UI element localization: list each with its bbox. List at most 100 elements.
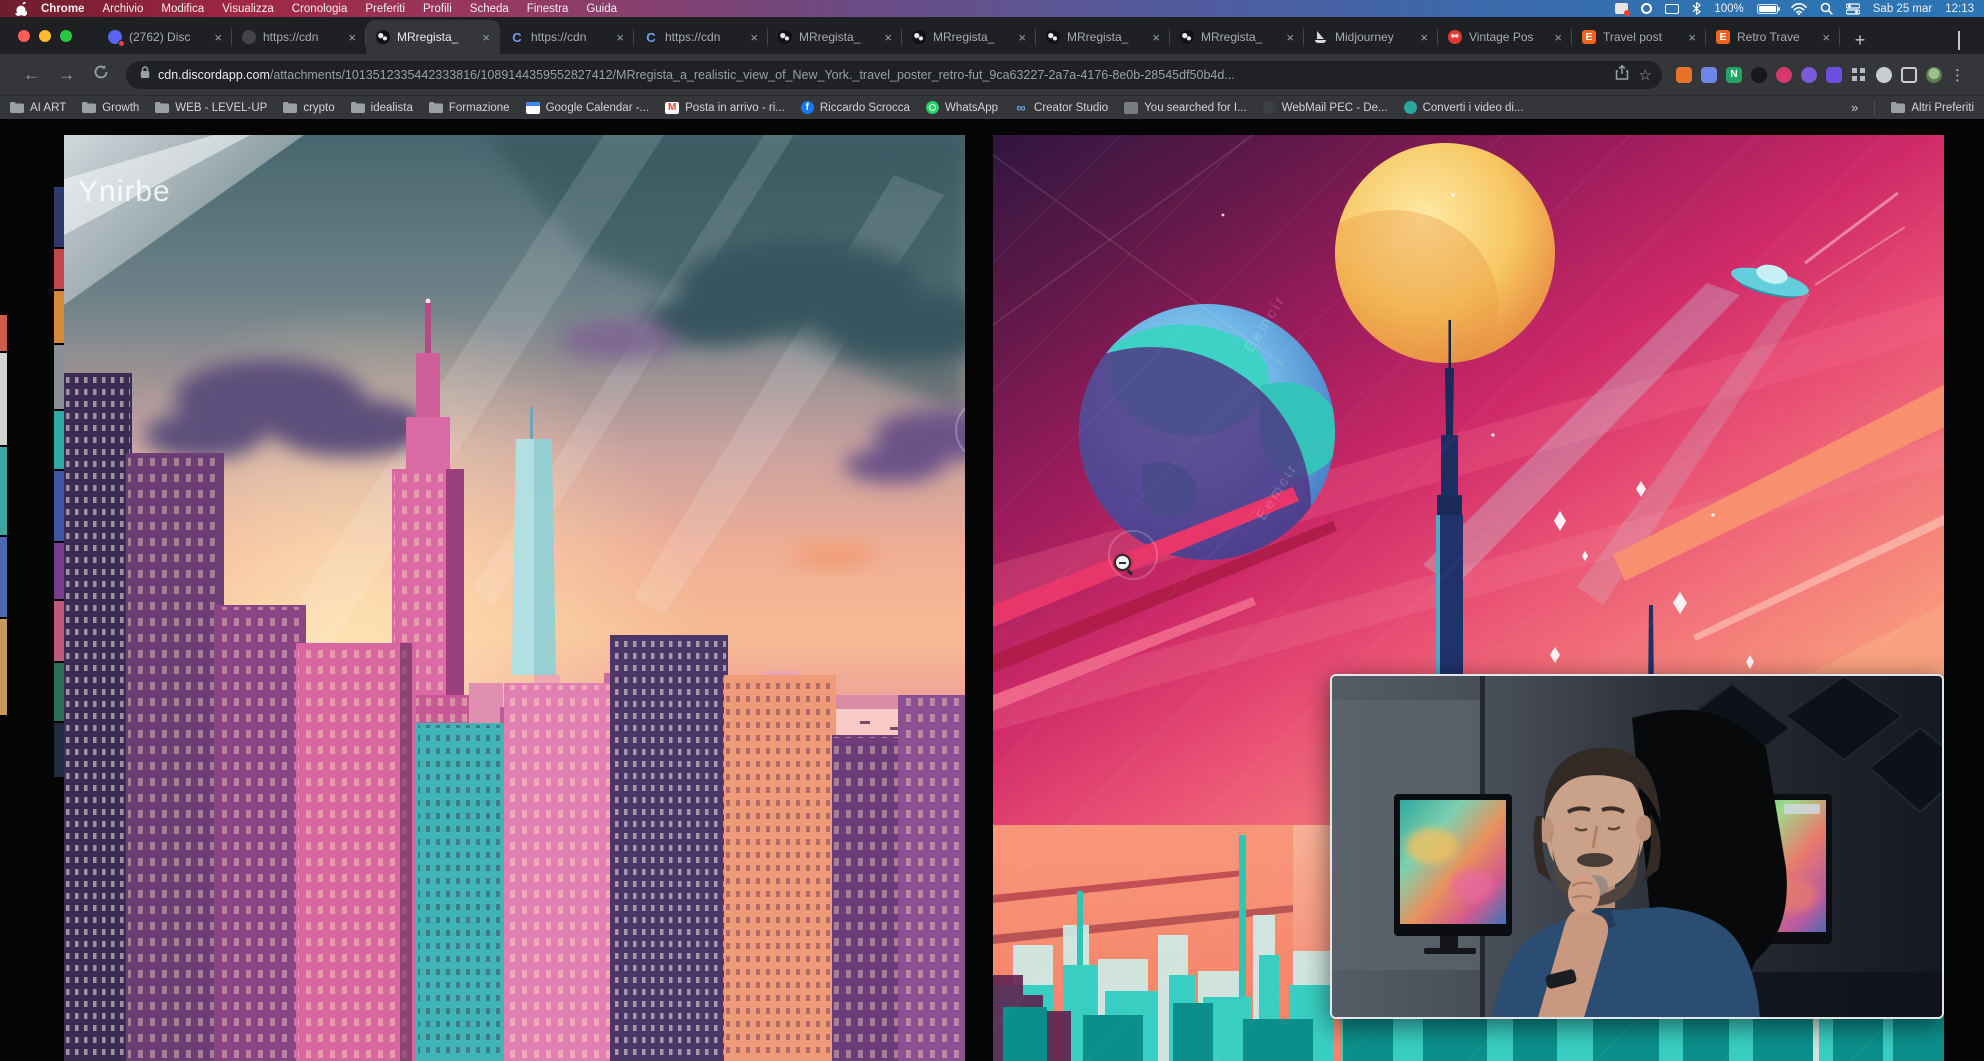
tab-close-button[interactable]: ×: [212, 30, 224, 45]
tab-close-button[interactable]: ×: [346, 30, 358, 45]
new-tab-button[interactable]: +: [1846, 26, 1874, 54]
tab-close-button[interactable]: ×: [882, 30, 894, 45]
menu-bar-date[interactable]: Sab 25 mar: [1873, 3, 1932, 15]
record-ring-icon[interactable]: [1641, 3, 1652, 14]
menu-archivio[interactable]: Archivio: [93, 3, 152, 15]
tab-mrregista-5[interactable]: MRregista_ ×: [1170, 20, 1304, 54]
extension-icon-pink[interactable]: [1776, 67, 1792, 83]
chrome-menu-icon[interactable]: ⋮: [1942, 66, 1970, 84]
tab-mrregista-4[interactable]: MRregista_ ×: [1036, 20, 1170, 54]
bookmark-label: Formazione: [449, 102, 510, 114]
bookmark-facebook-profile[interactable]: f Riccardo Scrocca: [801, 101, 910, 114]
extension-icon-blue[interactable]: [1701, 67, 1717, 83]
page-content-image-viewer[interactable]: Ynirbe: [0, 119, 1984, 1061]
left-poster-nyc-skyline[interactable]: Ynirbe: [64, 135, 965, 1061]
bookmark-folder-growth[interactable]: Growth: [82, 102, 139, 114]
menu-guida[interactable]: Guida: [577, 3, 626, 15]
extensions-puzzle-icon[interactable]: [1876, 67, 1892, 83]
tab-close-button[interactable]: ×: [480, 30, 492, 45]
extension-icon-notion[interactable]: N: [1726, 67, 1742, 83]
minimize-window-button[interactable]: [39, 30, 51, 42]
forward-button[interactable]: →: [49, 65, 84, 85]
tab-discord[interactable]: (2762) Disc ×: [98, 20, 232, 54]
extension-icon-purple[interactable]: [1801, 67, 1817, 83]
window-frame-icon[interactable]: [1901, 67, 1917, 83]
tab-mrregista-2[interactable]: MRregista_ ×: [768, 20, 902, 54]
tab-cdn-2[interactable]: C https://cdn ×: [500, 20, 634, 54]
bookmark-star-icon[interactable]: ☆: [1639, 66, 1652, 84]
address-bar[interactable]: cdn.discordapp.com /attachments/10135123…: [126, 61, 1662, 89]
tab-search-chevron-icon[interactable]: [1958, 31, 1968, 41]
tab-label: MRregista_: [933, 30, 1009, 44]
menu-profili[interactable]: Profili: [414, 3, 461, 15]
bookmark-folder-ai-art[interactable]: AI ART: [10, 102, 66, 114]
tab-mrregista-3[interactable]: MRregista_ ×: [902, 20, 1036, 54]
whatsapp-icon: [926, 101, 939, 114]
tab-vintage-posters[interactable]: Vintage Pos ×: [1438, 20, 1572, 54]
extension-icon-orange[interactable]: [1676, 67, 1692, 83]
share-icon[interactable]: [1615, 65, 1629, 85]
bookmark-google-calendar[interactable]: Google Calendar -...: [526, 102, 650, 114]
bookmark-folder-web-level-up[interactable]: WEB - LEVEL-UP: [155, 102, 267, 114]
tab-retro-travel[interactable]: E Retro Trave ×: [1706, 20, 1840, 54]
extension-icon-violet[interactable]: [1826, 67, 1842, 83]
tab-travel-posters[interactable]: E Travel post ×: [1572, 20, 1706, 54]
menu-finestra[interactable]: Finestra: [518, 3, 578, 15]
bookmarks-overflow-chevron[interactable]: »: [1851, 100, 1858, 115]
tab-close-button[interactable]: ×: [1418, 30, 1430, 45]
bookmark-webmail-pec[interactable]: WebMail PEC - De...: [1263, 101, 1388, 114]
bookmark-whatsapp[interactable]: WhatsApp: [926, 101, 998, 114]
bookmark-folder-crypto[interactable]: crypto: [283, 102, 334, 114]
reload-button[interactable]: [84, 64, 118, 85]
bookmarks-bar: AI ART Growth WEB - LEVEL-UP crypto idea…: [0, 95, 1984, 119]
extension-icon-dark[interactable]: [1751, 67, 1767, 83]
tab-close-button[interactable]: ×: [1150, 30, 1162, 45]
bookmark-creator-studio[interactable]: ∞ Creator Studio: [1014, 102, 1108, 114]
bookmark-folder-formazione[interactable]: Formazione: [429, 102, 510, 114]
recording-dot: [1624, 10, 1630, 16]
tab-midjourney[interactable]: Midjourney ×: [1304, 20, 1438, 54]
screen-record-app-icon[interactable]: [1615, 3, 1628, 14]
bookmark-gmail-inbox[interactable]: M Posta in arrivo - ri...: [665, 102, 785, 114]
tab-close-button[interactable]: ×: [1016, 30, 1028, 45]
menu-cronologia[interactable]: Cronologia: [283, 3, 357, 15]
spotlight-search-icon[interactable]: [1820, 2, 1833, 15]
tab-close-button[interactable]: ×: [1284, 30, 1296, 45]
menu-scheda[interactable]: Scheda: [461, 3, 518, 15]
apple-menu-icon[interactable]: [10, 2, 32, 16]
menu-modifica[interactable]: Modifica: [152, 3, 213, 15]
wifi-icon[interactable]: [1791, 3, 1807, 15]
tab-close-button[interactable]: ×: [1686, 30, 1698, 45]
bookmark-you-searched[interactable]: You searched for I...: [1124, 102, 1247, 114]
bookmark-other-favorites[interactable]: Altri Preferiti: [1891, 102, 1974, 114]
menu-visualizza[interactable]: Visualizza: [213, 3, 283, 15]
menu-preferiti[interactable]: Preferiti: [356, 3, 414, 15]
bookmark-folder-idealista[interactable]: idealista: [351, 102, 413, 114]
tab-cdn-1[interactable]: https://cdn ×: [232, 20, 366, 54]
profile-avatar[interactable]: [1926, 67, 1942, 83]
menu-app-chrome[interactable]: Chrome: [32, 3, 93, 15]
control-center-icon[interactable]: [1846, 3, 1860, 15]
menu-bar-time[interactable]: 12:13: [1945, 3, 1974, 15]
zoom-window-button[interactable]: [60, 30, 72, 42]
edge-block: [54, 411, 64, 469]
discord-favicon: [108, 30, 122, 44]
tab-close-button[interactable]: ×: [1552, 30, 1564, 45]
tab-label: MRregista_: [1201, 30, 1277, 44]
edge-block: [54, 187, 64, 247]
close-window-button[interactable]: [18, 30, 30, 42]
tab-mrregista-active[interactable]: MRregista_ ×: [366, 20, 500, 54]
extension-icon-grid[interactable]: [1851, 67, 1867, 83]
bookmark-video-converter[interactable]: Converti i video di...: [1404, 101, 1524, 114]
bluetooth-icon[interactable]: [1692, 2, 1701, 15]
tab-close-button[interactable]: ×: [1820, 30, 1832, 45]
lock-icon[interactable]: [140, 66, 150, 84]
tab-cdn-3[interactable]: C https://cdn ×: [634, 20, 768, 54]
tab-close-button[interactable]: ×: [614, 30, 626, 45]
one-wtc-tower: [512, 407, 556, 675]
globe-favicon: [376, 30, 390, 44]
display-icon[interactable]: [1665, 4, 1679, 14]
globe-favicon: [912, 30, 926, 44]
back-button[interactable]: ←: [14, 65, 49, 85]
tab-close-button[interactable]: ×: [748, 30, 760, 45]
